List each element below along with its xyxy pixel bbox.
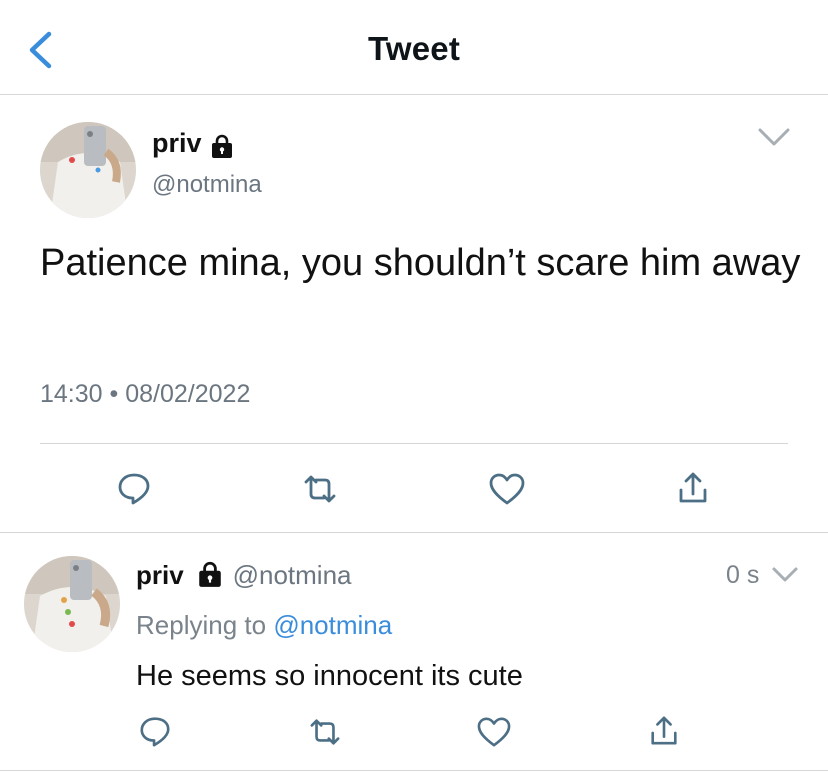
share-button[interactable] bbox=[676, 470, 710, 511]
divider bbox=[40, 443, 788, 444]
replying-prefix: Replying to bbox=[136, 610, 267, 640]
user-handle[interactable]: @notmina bbox=[152, 171, 262, 199]
reply-button[interactable] bbox=[116, 470, 152, 511]
reply-age: 0 s bbox=[726, 561, 760, 589]
avatar[interactable] bbox=[40, 122, 136, 218]
lock-icon bbox=[196, 560, 224, 593]
share-icon bbox=[651, 716, 677, 745]
bottom-divider bbox=[0, 770, 828, 771]
share-button[interactable] bbox=[648, 714, 680, 753]
comment-icon bbox=[140, 717, 170, 747]
tweet-text: Patience mina, you shouldn’t scare him a… bbox=[40, 242, 801, 284]
retweet-icon bbox=[304, 475, 336, 503]
user-handle[interactable]: @notmina bbox=[233, 560, 352, 590]
like-button[interactable] bbox=[476, 716, 512, 753]
reply-options-button[interactable] bbox=[770, 564, 800, 591]
meta-separator: • bbox=[109, 380, 119, 408]
chevron-down-icon bbox=[758, 128, 790, 146]
comment-icon bbox=[118, 473, 150, 505]
reply-text: He seems so innocent its cute bbox=[136, 660, 523, 692]
reply-button[interactable] bbox=[138, 714, 172, 753]
tweet-time: 14:30 bbox=[40, 380, 103, 408]
heart-icon bbox=[477, 717, 511, 747]
tweet-options-button[interactable] bbox=[756, 124, 792, 155]
tweet-date: 08/02/2022 bbox=[125, 380, 251, 408]
lock-icon bbox=[209, 133, 235, 164]
like-button[interactable] bbox=[488, 472, 526, 511]
reply-header: priv @notmina bbox=[136, 560, 352, 596]
page-title: Tweet bbox=[367, 30, 461, 67]
retweet-icon bbox=[310, 719, 340, 745]
tweet-divider bbox=[0, 532, 828, 533]
avatar-photo bbox=[40, 122, 136, 218]
reply-avatar[interactable] bbox=[24, 556, 120, 652]
mention-link[interactable]: @notmina bbox=[273, 610, 392, 640]
retweet-button[interactable] bbox=[306, 716, 344, 753]
display-name[interactable]: priv bbox=[136, 560, 184, 590]
display-name[interactable]: priv bbox=[152, 128, 202, 159]
replying-to-line: Replying to @notmina bbox=[136, 610, 392, 641]
heart-icon bbox=[489, 473, 525, 505]
chevron-down-icon bbox=[772, 567, 798, 582]
retweet-button[interactable] bbox=[300, 472, 340, 511]
tweet-timestamp[interactable]: 14:30 • 08/02/2022 bbox=[40, 380, 250, 409]
avatar-photo bbox=[24, 556, 120, 652]
share-icon bbox=[679, 472, 707, 503]
